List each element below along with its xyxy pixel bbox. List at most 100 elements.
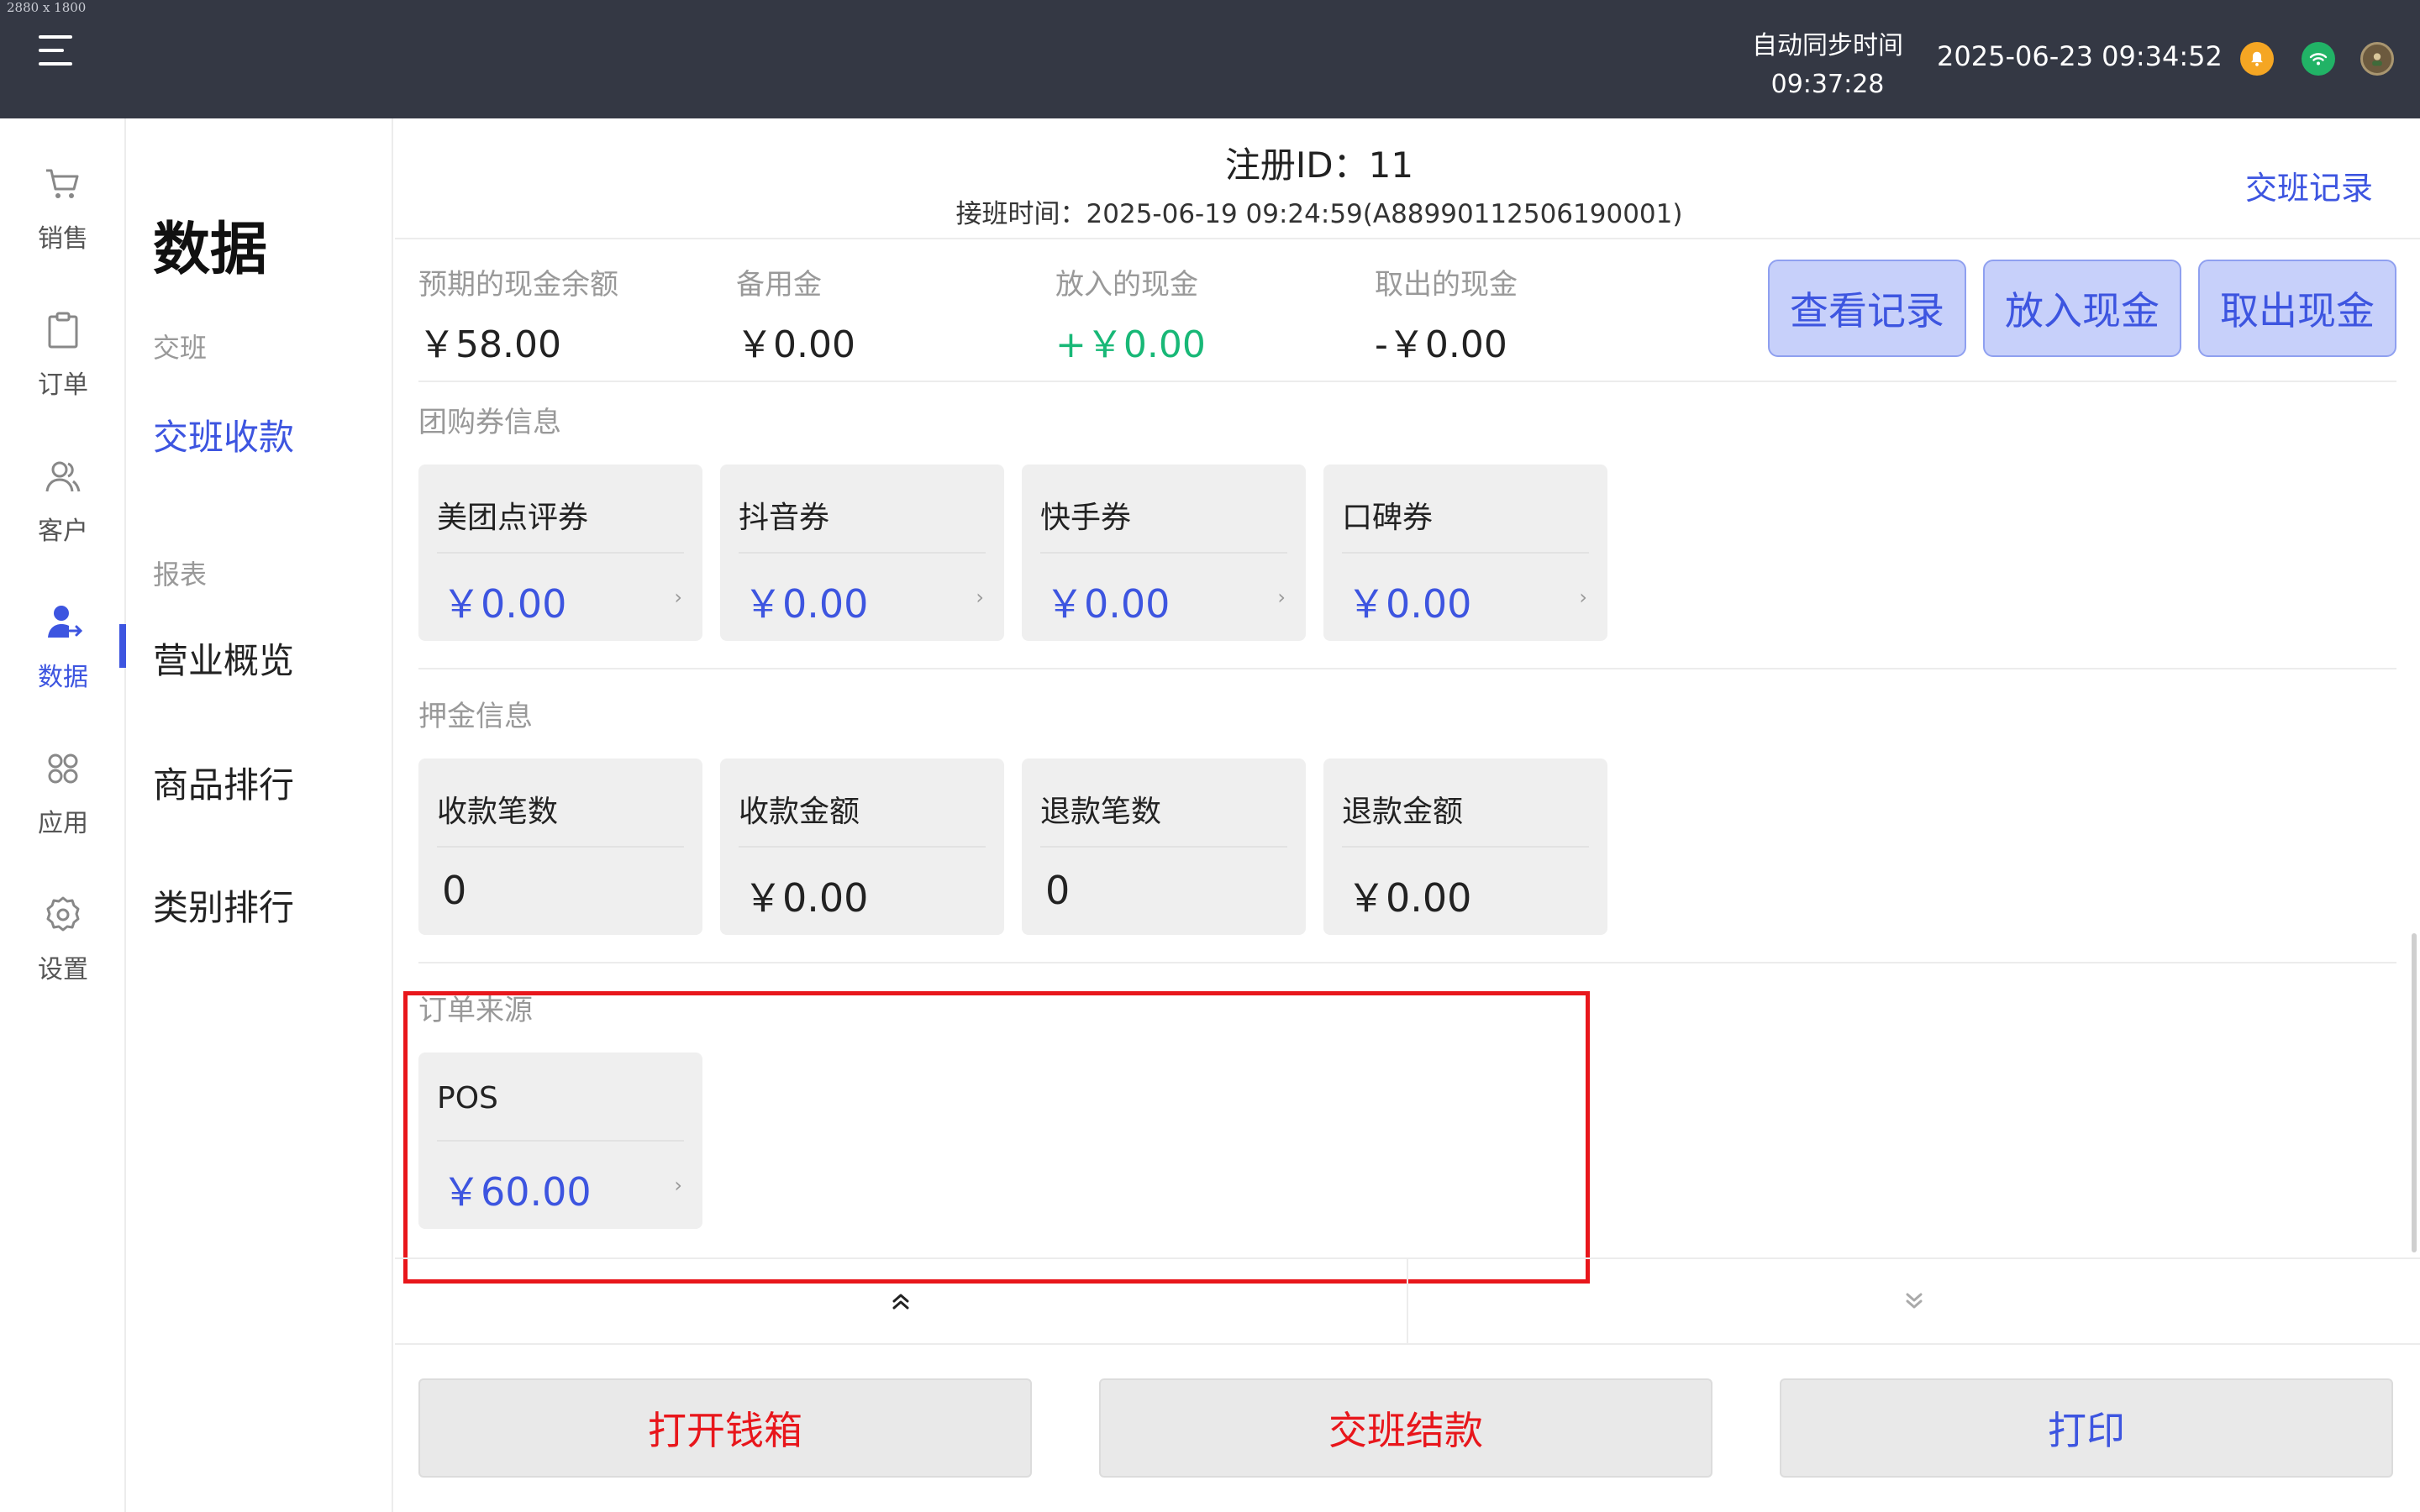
nav-item-apps[interactable]: 应用 xyxy=(0,703,126,846)
sub-nav: 数据 交班 交班收款 报表 营业概览 商品排行 类别排行 xyxy=(119,118,393,1512)
bell-icon[interactable] xyxy=(2240,42,2274,76)
sub-item-category-ranking[interactable]: 类别排行 xyxy=(153,879,294,931)
nav-label-sales: 销售 xyxy=(38,224,88,254)
deposit-card-payment-count: 收款笔数 0 xyxy=(418,759,702,935)
shift-settle-button[interactable]: 交班结款 xyxy=(1099,1378,1712,1478)
open-cash-drawer-button[interactable]: 打开钱箱 xyxy=(418,1378,1032,1478)
chevron-right-icon: › xyxy=(1579,585,1587,609)
current-datetime: 2025-06-23 09:34:52 xyxy=(1937,40,2223,72)
card-divider xyxy=(437,552,684,554)
card-divider xyxy=(739,552,986,554)
users-icon xyxy=(45,461,81,492)
stat-value: ￥58.00 xyxy=(418,323,561,366)
stat-value: ￥0.00 xyxy=(736,323,855,366)
nav-item-customers[interactable]: 客户 xyxy=(0,411,126,554)
user-data-icon xyxy=(48,606,83,638)
stat-label: 取出的现金 xyxy=(1375,268,1518,302)
nav-label-customers: 客户 xyxy=(38,517,88,546)
scroll-down-button[interactable] xyxy=(1408,1259,2420,1343)
card-amount: ￥0.00 xyxy=(1045,581,1171,627)
handover-record-link[interactable]: 交班记录 xyxy=(2245,162,2373,208)
view-records-button[interactable]: 查看记录 xyxy=(1768,260,1966,357)
double-chevron-down-icon xyxy=(1906,1293,1923,1309)
print-button[interactable]: 打印 xyxy=(1780,1378,2393,1478)
clipboard-icon xyxy=(48,312,78,349)
stat-cash-in: 放入的现金 +￥0.00 xyxy=(1055,261,1358,368)
auto-sync-info: 自动同步时间 09:37:28 xyxy=(1731,27,1924,104)
nav-item-settings[interactable]: 设置 xyxy=(0,849,126,992)
card-title: 抖音券 xyxy=(739,501,830,535)
stat-label: 备用金 xyxy=(736,268,822,302)
card-divider xyxy=(1040,552,1287,554)
sub-nav-title: 数据 xyxy=(153,217,268,283)
chevron-right-icon: › xyxy=(976,585,984,609)
wifi-icon[interactable] xyxy=(2302,42,2335,76)
left-nav: 销售 订单 客户 数据 应用 设置 xyxy=(0,118,126,1512)
coupon-card-kuaishou[interactable]: 快手券 ￥0.00 › xyxy=(1022,465,1306,641)
card-divider xyxy=(437,846,684,848)
take-cash-button[interactable]: 取出现金 xyxy=(2198,260,2396,357)
apps-grid-icon xyxy=(48,753,78,784)
coupon-card-koubei[interactable]: 口碑券 ￥0.00 › xyxy=(1323,465,1607,641)
coupon-divider xyxy=(418,668,2396,669)
sub-item-handover-payment[interactable]: 交班收款 xyxy=(153,409,294,460)
card-divider xyxy=(739,846,986,848)
deposit-card-refund-amount: 退款金额 ￥0.00 xyxy=(1323,759,1607,935)
coupon-card-douyin[interactable]: 抖音券 ￥0.00 › xyxy=(720,465,1004,641)
card-title: 口碑券 xyxy=(1342,501,1434,535)
stat-label: 放入的现金 xyxy=(1055,268,1198,302)
chevron-right-icon: › xyxy=(1277,585,1286,609)
nav-label-orders: 订单 xyxy=(38,370,88,400)
nav-label-apps: 应用 xyxy=(38,809,88,838)
shift-start-time: 接班时间：2025-06-19 09:24:59(A88990112506190… xyxy=(955,199,1683,229)
put-cash-button[interactable]: 放入现金 xyxy=(1983,260,2181,357)
main-panel: 注册ID：11 接班时间：2025-06-19 09:24:59(A889901… xyxy=(395,118,2420,1512)
active-indicator xyxy=(119,624,126,668)
nav-item-data[interactable]: 数据 xyxy=(0,557,126,700)
cart-icon xyxy=(46,169,79,198)
avatar[interactable] xyxy=(2360,42,2394,76)
deposit-card-refund-count: 退款笔数 0 xyxy=(1022,759,1306,935)
chevron-right-icon: › xyxy=(674,585,682,609)
card-divider xyxy=(1342,846,1589,848)
deposit-card-payment-amount: 收款金额 ￥0.00 xyxy=(720,759,1004,935)
scrollbar[interactable] xyxy=(2412,933,2417,1252)
card-title: 收款笔数 xyxy=(437,795,559,829)
card-divider xyxy=(1040,846,1287,848)
register-id: 注册ID：11 xyxy=(1224,144,1414,186)
card-amount: 0 xyxy=(1045,868,1071,913)
sub-item-business-overview[interactable]: 营业概览 xyxy=(153,633,294,684)
card-amount: 0 xyxy=(442,868,467,913)
stats-divider xyxy=(418,381,2396,382)
card-amount: ￥0.00 xyxy=(744,875,869,921)
auto-sync-label: 自动同步时间 xyxy=(1752,31,1903,60)
coupon-card-meituan[interactable]: 美团点评券 ￥0.00 › xyxy=(418,465,702,641)
stat-reserve-fund: 备用金 ￥0.00 xyxy=(736,261,1039,368)
card-title: 美团点评券 xyxy=(437,501,589,535)
stat-value: +￥0.00 xyxy=(1055,323,1206,366)
sub-item-product-ranking[interactable]: 商品排行 xyxy=(153,757,294,808)
nav-item-orders[interactable]: 订单 xyxy=(0,265,126,407)
card-amount: ￥0.00 xyxy=(1347,875,1472,921)
auto-sync-time: 09:37:28 xyxy=(1770,70,1885,99)
card-title: 退款金额 xyxy=(1342,795,1464,829)
deposit-divider xyxy=(418,962,2396,963)
stat-value: -￥0.00 xyxy=(1375,323,1507,366)
card-amount: ￥0.00 xyxy=(1347,581,1472,627)
highlight-box xyxy=(403,991,1590,1284)
screen-dimensions-label: 2880 x 1800 xyxy=(7,0,87,15)
scroll-up-button[interactable] xyxy=(395,1259,1407,1343)
gear-icon xyxy=(46,896,80,932)
card-title: 快手券 xyxy=(1040,501,1132,535)
nav-item-sales[interactable]: 销售 xyxy=(0,118,126,261)
stat-expected-cash: 预期的现金余额 ￥58.00 xyxy=(418,261,721,368)
card-divider xyxy=(1342,552,1589,554)
card-amount: ￥0.00 xyxy=(744,581,869,627)
top-bar: 2880 x 1800 自动同步时间 09:37:28 2025-06-23 0… xyxy=(0,0,2420,118)
card-amount: ￥0.00 xyxy=(442,581,567,627)
menu-icon[interactable] xyxy=(39,35,76,66)
coupon-section-label: 团购券信息 xyxy=(418,406,561,439)
stat-cash-out: 取出的现金 -￥0.00 xyxy=(1375,261,1677,368)
pager-bottom-divider xyxy=(395,1343,2420,1345)
header-divider xyxy=(395,238,2420,239)
